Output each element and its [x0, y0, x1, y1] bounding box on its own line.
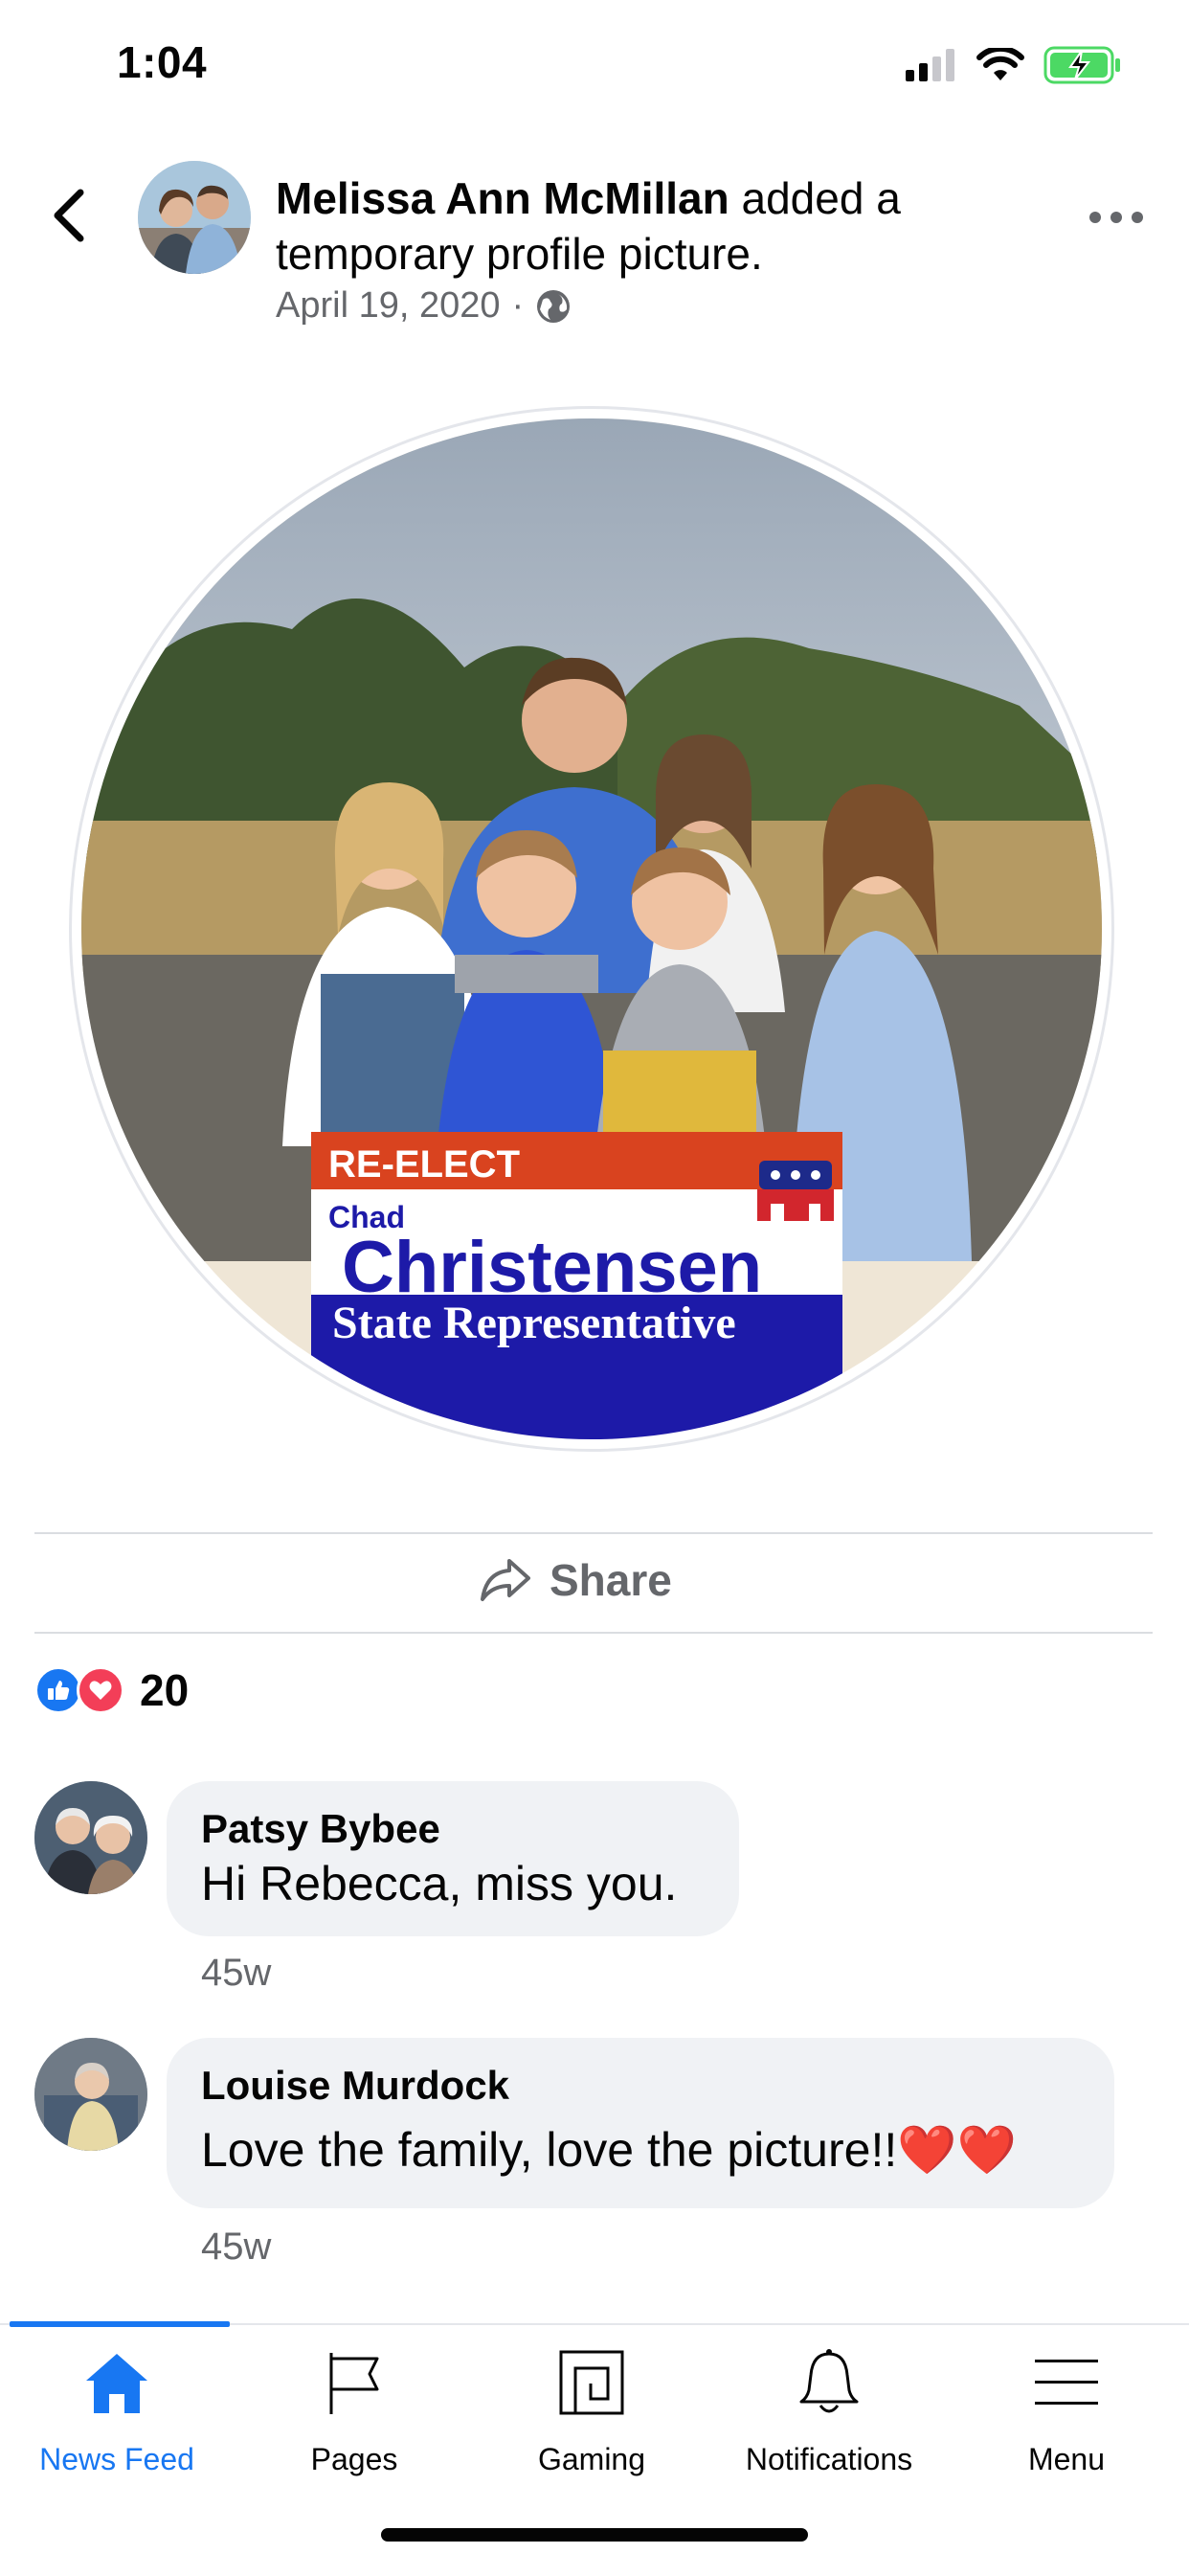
bell-icon	[799, 2349, 859, 2413]
back-button[interactable]	[46, 187, 94, 244]
tab-pages[interactable]: Pages	[239, 2344, 469, 2477]
share-icon	[481, 1559, 530, 1601]
comment-bubble: Patsy Bybee Hi Rebecca, miss you.	[167, 1781, 739, 1936]
sign-line-1: RE-ELECT	[328, 1143, 520, 1186]
share-button[interactable]: Share	[479, 1542, 672, 1618]
commenter-avatar[interactable]	[34, 2038, 147, 2151]
more-options-icon[interactable]	[1088, 203, 1145, 232]
reaction-count: 20	[140, 1665, 190, 1715]
home-icon	[86, 2354, 147, 2413]
wifi-icon	[976, 48, 1024, 80]
sign-line-4: State Representative	[332, 1298, 736, 1348]
tab-label: Notifications	[745, 2442, 913, 2476]
author-avatar[interactable]	[138, 161, 251, 274]
profile-picture[interactable]: RE-ELECT Chad Christensen State Represen…	[81, 418, 1102, 1439]
signal-icon	[906, 49, 954, 81]
divider	[34, 1532, 1153, 1534]
comment-time[interactable]: 45w	[201, 1952, 271, 1995]
active-tab-indicator	[10, 2321, 230, 2327]
comment-text: Love the family, love the picture!!❤️❤️	[201, 2120, 1080, 2180]
gaming-icon	[559, 2350, 624, 2415]
divider	[34, 1632, 1153, 1634]
tab-gaming[interactable]: Gaming	[477, 2344, 707, 2477]
elephant-logo-icon	[757, 1161, 834, 1221]
commenter-avatar[interactable]	[34, 1781, 147, 1894]
meta-separator: ·	[511, 285, 525, 326]
reactions-summary[interactable]: 20	[34, 1664, 189, 1716]
like-icon	[34, 1666, 82, 1714]
battery-charging-icon	[1043, 46, 1120, 84]
tab-label: Pages	[310, 2442, 398, 2476]
heart-emoji-icon: ❤️❤️	[897, 2123, 1017, 2177]
tab-label: Menu	[1027, 2442, 1106, 2476]
status-icons	[906, 46, 1122, 84]
post-meta: April 19, 2020 ·	[276, 285, 572, 327]
flag-icon	[329, 2353, 379, 2414]
tab-menu[interactable]: Menu	[952, 2344, 1181, 2477]
tab-news-feed[interactable]: News Feed	[2, 2344, 232, 2477]
post-title: Melissa Ann McMillan added a temporary p…	[276, 170, 1003, 282]
share-label: Share	[550, 1555, 672, 1605]
commenter-name[interactable]: Patsy Bybee	[201, 1804, 705, 1854]
comment-text-body: Love the family, love the picture!!	[201, 2123, 898, 2177]
hamburger-icon	[1035, 2360, 1098, 2405]
post-date[interactable]: April 19, 2020	[276, 285, 501, 327]
globe-icon	[537, 289, 571, 323]
author-name[interactable]: Melissa Ann McMillan	[276, 173, 729, 223]
status-time: 1:04	[117, 37, 208, 87]
home-indicator[interactable]	[381, 2528, 808, 2542]
comment-bubble: Louise Murdock Love the family, love the…	[167, 2038, 1114, 2208]
tab-notifications[interactable]: Notifications	[714, 2344, 944, 2477]
tab-label: Gaming	[537, 2442, 646, 2476]
commenter-name[interactable]: Louise Murdock	[201, 2061, 1080, 2111]
tab-label: News Feed	[39, 2442, 194, 2476]
comment-time[interactable]: 45w	[201, 2226, 271, 2269]
love-icon	[77, 1666, 124, 1714]
comment-text: Hi Rebecca, miss you.	[201, 1857, 678, 1910]
